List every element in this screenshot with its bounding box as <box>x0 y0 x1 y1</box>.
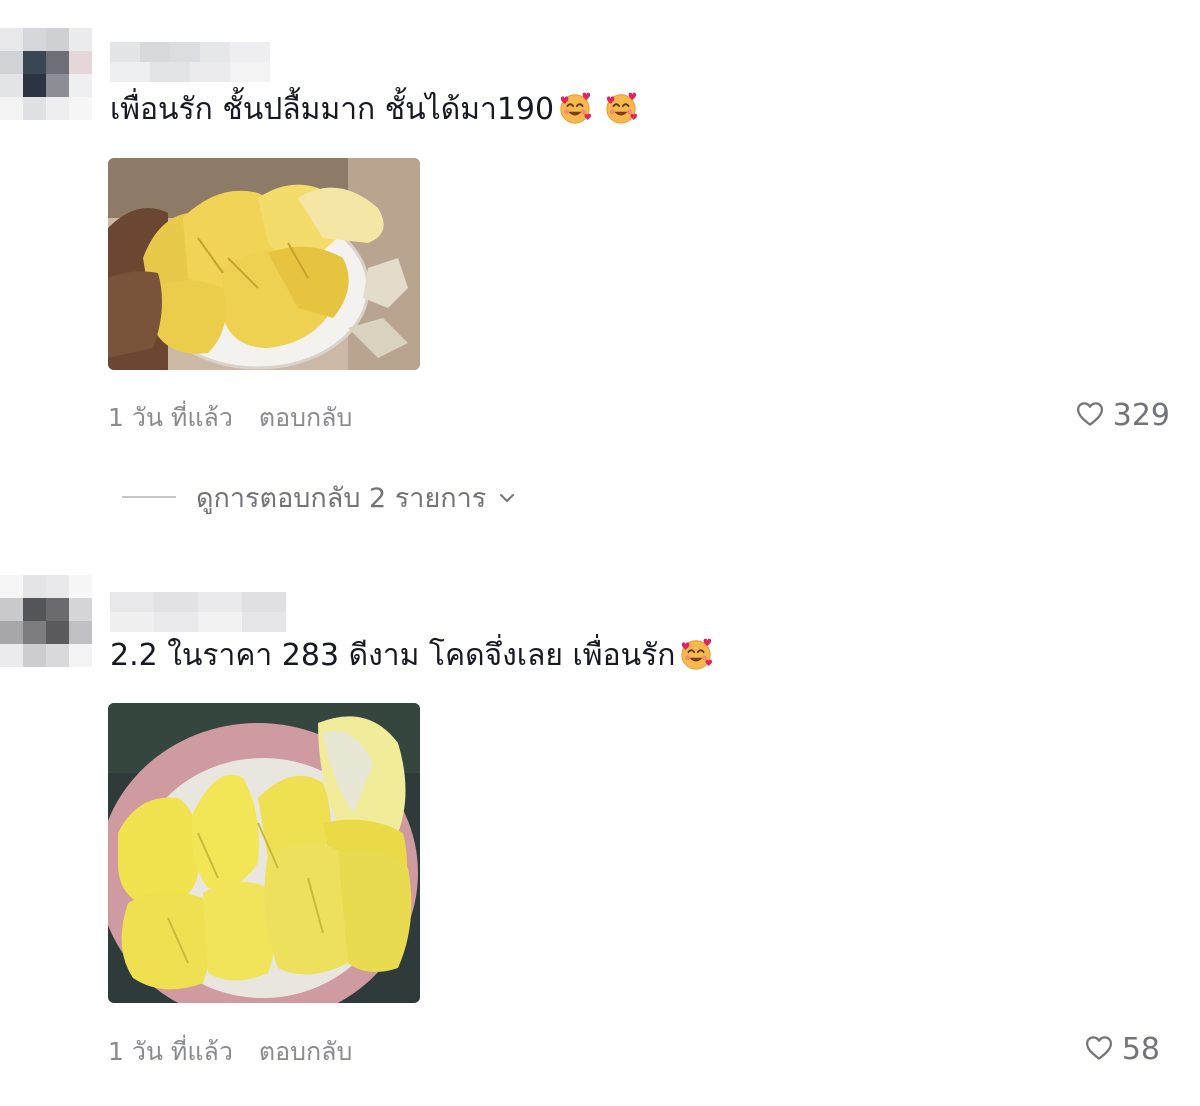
smiling-face-with-hearts-icon <box>679 637 713 671</box>
comment-text-content: เพื่อนรัก ชั้นปลื้มมาก ชั้นได้มา190 <box>110 92 555 127</box>
avatar[interactable] <box>0 28 92 120</box>
heart-outline-icon <box>1084 1033 1114 1063</box>
comment-image[interactable] <box>108 703 420 1003</box>
reply-button[interactable]: ตอบกลับ <box>259 403 352 432</box>
timestamp: 1 วัน ที่แล้ว <box>108 403 233 432</box>
smiling-face-with-hearts-icon <box>558 91 592 125</box>
view-replies-button[interactable]: ดูการตอบกลับ 2 รายการ <box>122 476 518 519</box>
durian-photo <box>108 703 420 1003</box>
like-count: 329 <box>1112 398 1170 433</box>
smiling-face-with-hearts-icon <box>604 91 638 125</box>
avatar[interactable] <box>0 575 92 667</box>
like-button[interactable]: 329 <box>1075 398 1170 433</box>
chevron-down-icon <box>500 494 515 502</box>
divider-line <box>122 496 176 498</box>
timestamp: 1 วัน ที่แล้ว <box>108 1037 233 1066</box>
comment-meta: 1 วัน ที่แล้ว ตอบกลับ <box>108 1032 352 1072</box>
heart-outline-icon <box>1075 399 1105 429</box>
username-blurred[interactable] <box>110 592 286 632</box>
like-button[interactable]: 58 <box>1084 1032 1160 1067</box>
comment-text: 2.2 ในราคา 283 ดีงาม โคดจึ่งเลย เพื่อนรั… <box>110 636 713 676</box>
username-blurred[interactable] <box>110 42 270 82</box>
comment-image[interactable] <box>108 158 420 370</box>
view-replies-label: ดูการตอบกลับ 2 รายการ <box>196 483 487 514</box>
comment-text-content: 2.2 ในราคา 283 ดีงาม โคดจึ่งเลย เพื่อนรั… <box>110 638 676 673</box>
comment-meta: 1 วัน ที่แล้ว ตอบกลับ <box>108 398 352 438</box>
comment-text: เพื่อนรัก ชั้นปลื้มมาก ชั้นได้มา190 <box>110 90 638 130</box>
durian-photo <box>108 158 420 370</box>
reply-button[interactable]: ตอบกลับ <box>259 1037 352 1066</box>
like-count: 58 <box>1121 1032 1160 1067</box>
